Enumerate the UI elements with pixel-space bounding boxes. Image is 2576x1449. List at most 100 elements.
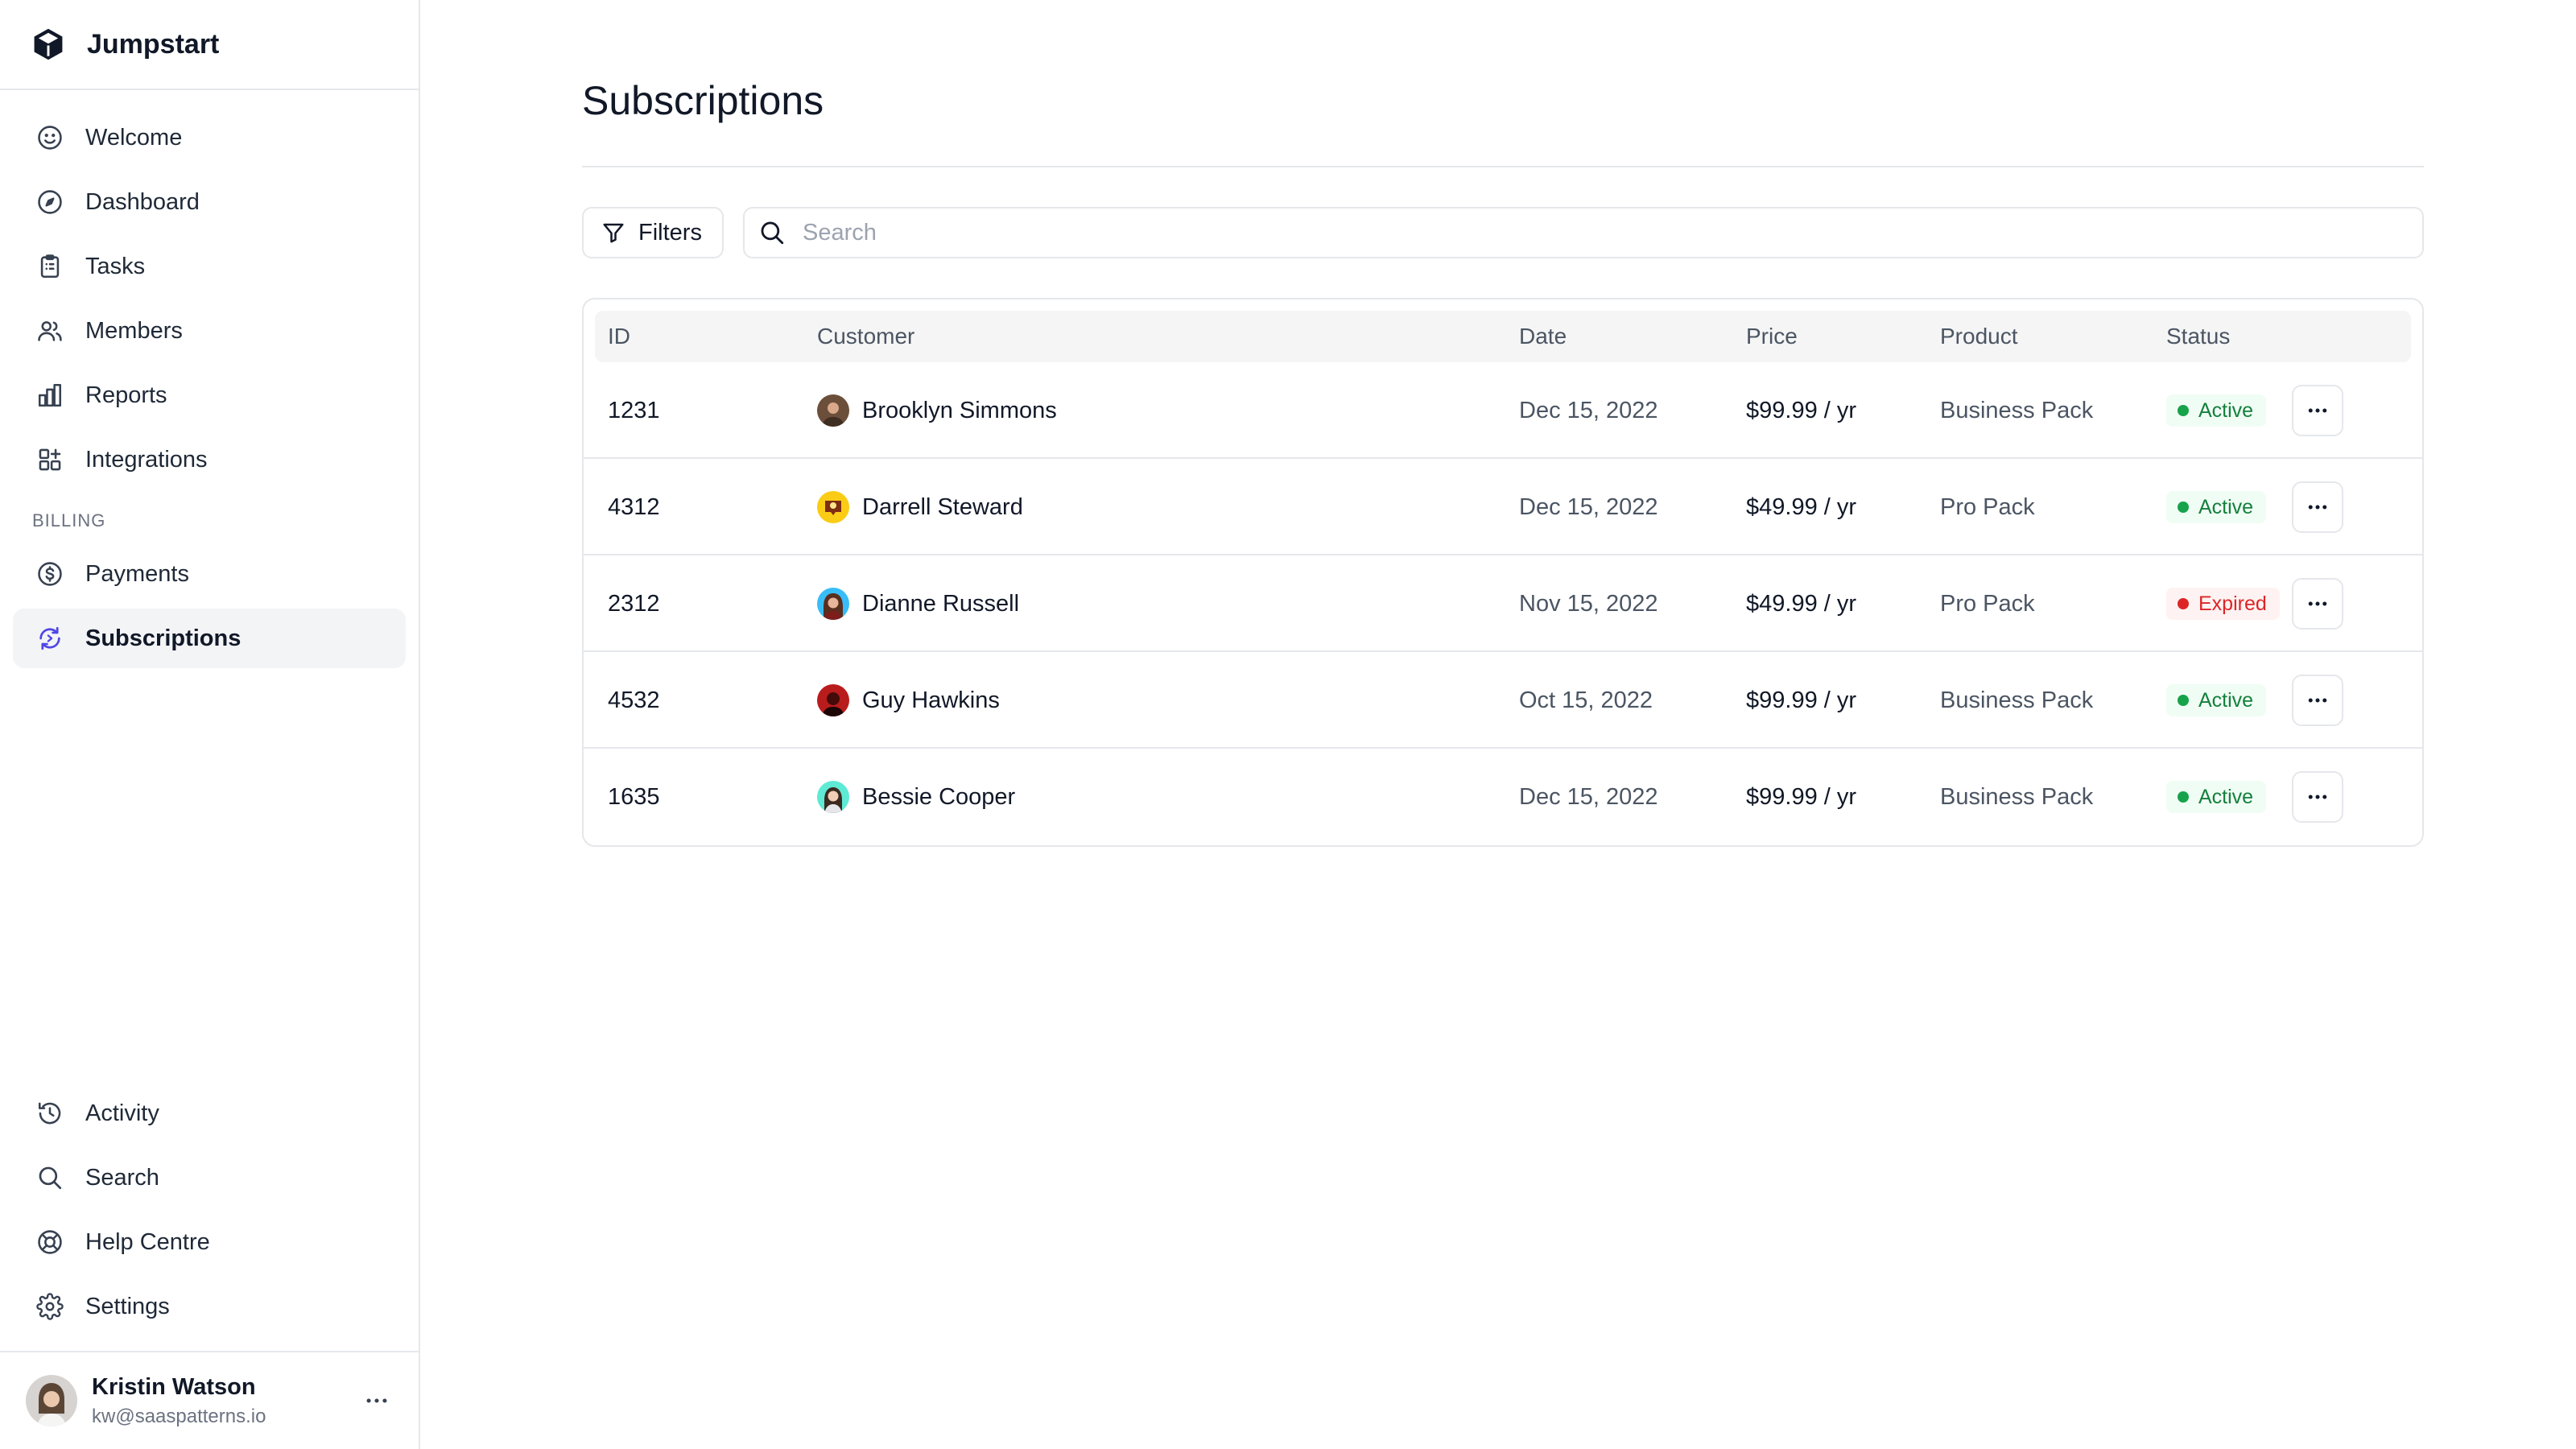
- column-header-status[interactable]: Status: [2166, 324, 2230, 349]
- status-text: Active: [2198, 398, 2254, 422]
- status-text: Active: [2198, 495, 2254, 518]
- avatar: [817, 394, 849, 427]
- avatar: [817, 684, 849, 716]
- filters-button[interactable]: Filters: [582, 207, 724, 258]
- column-header-customer[interactable]: Customer: [817, 324, 914, 349]
- customer-name: Guy Hawkins: [862, 687, 1000, 713]
- row-id: 4312: [608, 494, 660, 520]
- status-text: Active: [2198, 688, 2254, 712]
- row-id: 2312: [608, 591, 660, 617]
- more-horizontal-icon: [2308, 408, 2327, 413]
- app-shell: Jumpstart Welcome Dashboard Tasks Member…: [0, 0, 2576, 1449]
- sidebar-item-members[interactable]: Members: [13, 301, 406, 361]
- sidebar-item-label: Help Centre: [85, 1228, 210, 1255]
- sidebar-item-settings[interactable]: Settings: [13, 1277, 406, 1336]
- row-price: $49.99 / yr: [1746, 591, 1857, 617]
- row-price: $99.99 / yr: [1746, 687, 1857, 713]
- sidebar-item-label: Members: [85, 317, 183, 344]
- gear-icon: [34, 1290, 66, 1323]
- grid-plus-icon: [34, 444, 66, 476]
- billing-nav: Payments Subscriptions: [0, 544, 419, 668]
- row-id: 1635: [608, 784, 660, 810]
- main-content: Subscriptions Filters ID Customer Date P…: [420, 0, 2576, 1449]
- lifebuoy-icon: [34, 1226, 66, 1258]
- sidebar-item-label: Payments: [85, 560, 189, 587]
- sidebar-item-tasks[interactable]: Tasks: [13, 237, 406, 296]
- sidebar-item-payments[interactable]: Payments: [13, 544, 406, 604]
- filters-label: Filters: [638, 219, 702, 246]
- refresh-icon: [34, 622, 66, 654]
- avatar: [817, 491, 849, 523]
- status-text: Active: [2198, 785, 2254, 808]
- row-actions-button[interactable]: [2292, 578, 2343, 630]
- column-header-date[interactable]: Date: [1519, 324, 1567, 349]
- users-icon: [34, 315, 66, 347]
- sidebar-item-label: Welcome: [85, 124, 183, 151]
- page-title: Subscriptions: [582, 78, 824, 123]
- divider: [582, 166, 2424, 167]
- row-actions-button[interactable]: [2292, 481, 2343, 533]
- row-date: Dec 15, 2022: [1519, 494, 1658, 520]
- status-badge: Expired: [2166, 588, 2280, 620]
- row-customer: Bessie Cooper: [817, 781, 1015, 813]
- sidebar-item-search[interactable]: Search: [13, 1148, 406, 1208]
- column-header-price[interactable]: Price: [1746, 324, 1798, 349]
- subscriptions-table: ID Customer Date Price Product Status 12…: [582, 298, 2424, 847]
- brand[interactable]: Jumpstart: [0, 0, 419, 90]
- customer-name: Darrell Steward: [862, 493, 1023, 520]
- sidebar-item-label: Integrations: [85, 446, 208, 473]
- row-customer: Brooklyn Simmons: [817, 394, 1057, 427]
- table-row[interactable]: 1635 Bessie Cooper Dec 15, 2022 $99.99 /…: [584, 749, 2422, 845]
- search-input[interactable]: [803, 219, 2332, 246]
- history-icon: [34, 1097, 66, 1129]
- table-row[interactable]: 1231 Brooklyn Simmons Dec 15, 2022 $99.9…: [584, 362, 2422, 459]
- sidebar-item-label: Settings: [85, 1293, 170, 1319]
- row-price: $49.99 / yr: [1746, 494, 1857, 520]
- filter-icon: [600, 219, 627, 246]
- table-row[interactable]: 4532 Guy Hawkins Oct 15, 2022 $99.99 / y…: [584, 652, 2422, 749]
- more-horizontal-icon: [2308, 795, 2327, 799]
- status-badge: Active: [2166, 394, 2267, 427]
- status-dot: [2178, 598, 2189, 609]
- table-row[interactable]: 4312 Darrell Steward Dec 15, 2022 $49.99…: [584, 459, 2422, 555]
- sidebar-item-label: Search: [85, 1164, 159, 1191]
- row-date: Oct 15, 2022: [1519, 687, 1653, 713]
- row-id: 1231: [608, 398, 660, 423]
- sidebar-item-help-centre[interactable]: Help Centre: [13, 1212, 406, 1272]
- status-badge: Active: [2166, 684, 2267, 716]
- sidebar-item-dashboard[interactable]: Dashboard: [13, 172, 406, 232]
- row-actions-button[interactable]: [2292, 771, 2343, 823]
- row-product: Business Pack: [1940, 398, 2094, 423]
- sidebar-item-activity[interactable]: Activity: [13, 1084, 406, 1143]
- sidebar-item-welcome[interactable]: Welcome: [13, 108, 406, 167]
- secondary-nav: Activity Search Help Centre Settings: [0, 1084, 419, 1341]
- search-icon: [756, 217, 788, 249]
- row-actions-button[interactable]: [2292, 385, 2343, 436]
- sidebar-item-label: Activity: [85, 1100, 159, 1126]
- row-product: Business Pack: [1940, 687, 2094, 713]
- row-product: Business Pack: [1940, 784, 2094, 810]
- row-date: Dec 15, 2022: [1519, 784, 1658, 810]
- compass-icon: [34, 186, 66, 218]
- sidebar-item-subscriptions[interactable]: Subscriptions: [13, 609, 406, 668]
- user-name: Kristin Watson: [92, 1373, 256, 1400]
- status-dot: [2178, 791, 2189, 803]
- row-customer: Darrell Steward: [817, 491, 1023, 523]
- search-bar: [743, 207, 2424, 258]
- sidebar-item-label: Dashboard: [85, 188, 200, 215]
- row-customer: Guy Hawkins: [817, 684, 1000, 716]
- sidebar-item-reports[interactable]: Reports: [13, 365, 406, 425]
- status-text: Expired: [2198, 592, 2267, 615]
- sidebar-item-integrations[interactable]: Integrations: [13, 430, 406, 489]
- more-horizontal-icon: [2308, 601, 2327, 606]
- row-price: $99.99 / yr: [1746, 398, 1857, 423]
- customer-name: Bessie Cooper: [862, 783, 1016, 810]
- smile-icon: [34, 122, 66, 154]
- more-horizontal-icon[interactable]: [359, 1385, 394, 1417]
- table-row[interactable]: 2312 Dianne Russell Nov 15, 2022 $49.99 …: [584, 555, 2422, 652]
- column-header-id[interactable]: ID: [608, 324, 630, 349]
- status-dot: [2178, 405, 2189, 416]
- row-actions-button[interactable]: [2292, 675, 2343, 726]
- user-profile[interactable]: Kristin Watson kw@saaspatterns.io: [0, 1351, 419, 1449]
- column-header-product[interactable]: Product: [1940, 324, 2018, 349]
